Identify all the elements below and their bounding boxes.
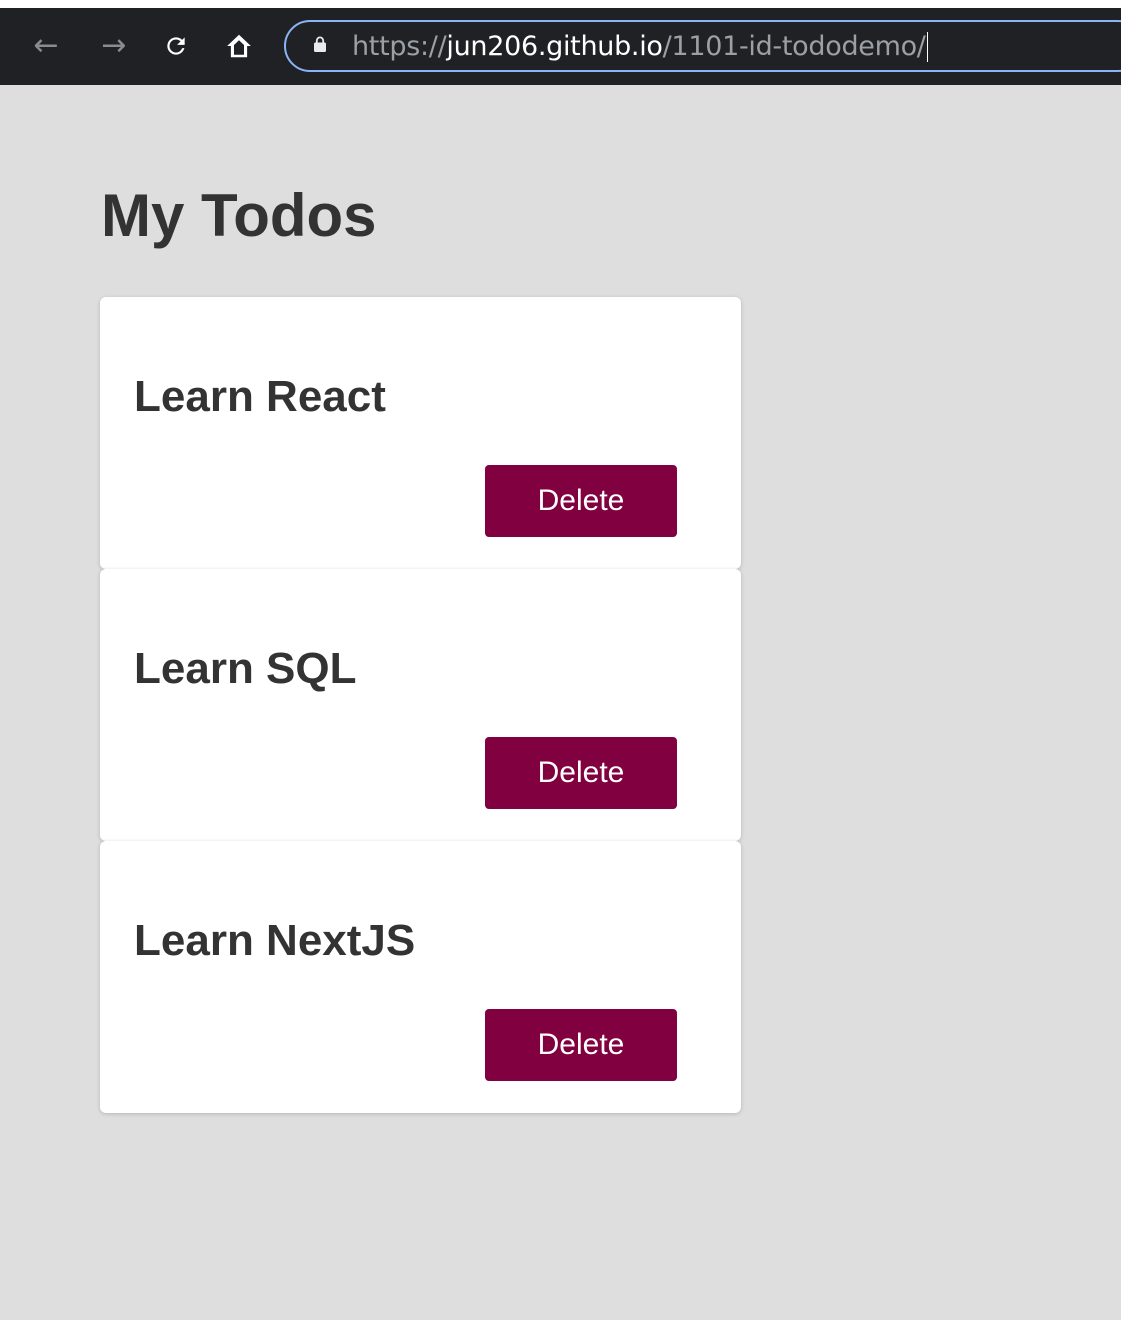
home-icon: [227, 34, 251, 58]
todo-title: Learn React: [134, 372, 386, 421]
todo-title: Learn SQL: [134, 644, 357, 693]
home-button[interactable]: [219, 24, 259, 68]
todo-card: Learn React Delete: [100, 297, 741, 569]
todo-card: Learn NextJS Delete: [100, 841, 741, 1113]
url-scheme: https://: [352, 31, 447, 62]
delete-button[interactable]: Delete: [485, 1009, 677, 1081]
address-bar[interactable]: https://jun206.github.io/1101-id-tododem…: [284, 20, 1121, 72]
lock-icon: [314, 36, 326, 52]
arrow-left-icon: ←: [33, 28, 59, 63]
back-button[interactable]: ←: [26, 24, 66, 68]
page-title: My Todos: [101, 182, 377, 249]
todo-list: Learn React Delete Learn SQL Delete Lear…: [100, 297, 741, 1113]
browser-toolbar: ← → https://jun206.github.io/1101-id-tod…: [0, 0, 1121, 85]
reload-button[interactable]: [156, 24, 196, 68]
url-path: /1101-id-tododemo/: [662, 31, 926, 62]
arrow-right-icon: →: [101, 28, 127, 63]
delete-button[interactable]: Delete: [485, 737, 677, 809]
todo-card: Learn SQL Delete: [100, 569, 741, 841]
text-caret: [926, 32, 928, 62]
todo-title: Learn NextJS: [134, 916, 416, 965]
forward-button[interactable]: →: [94, 24, 134, 68]
address-text[interactable]: https://jun206.github.io/1101-id-tododem…: [352, 32, 928, 62]
reload-icon: [167, 37, 185, 55]
url-host: jun206.github.io: [446, 31, 663, 62]
delete-button[interactable]: Delete: [485, 465, 677, 537]
